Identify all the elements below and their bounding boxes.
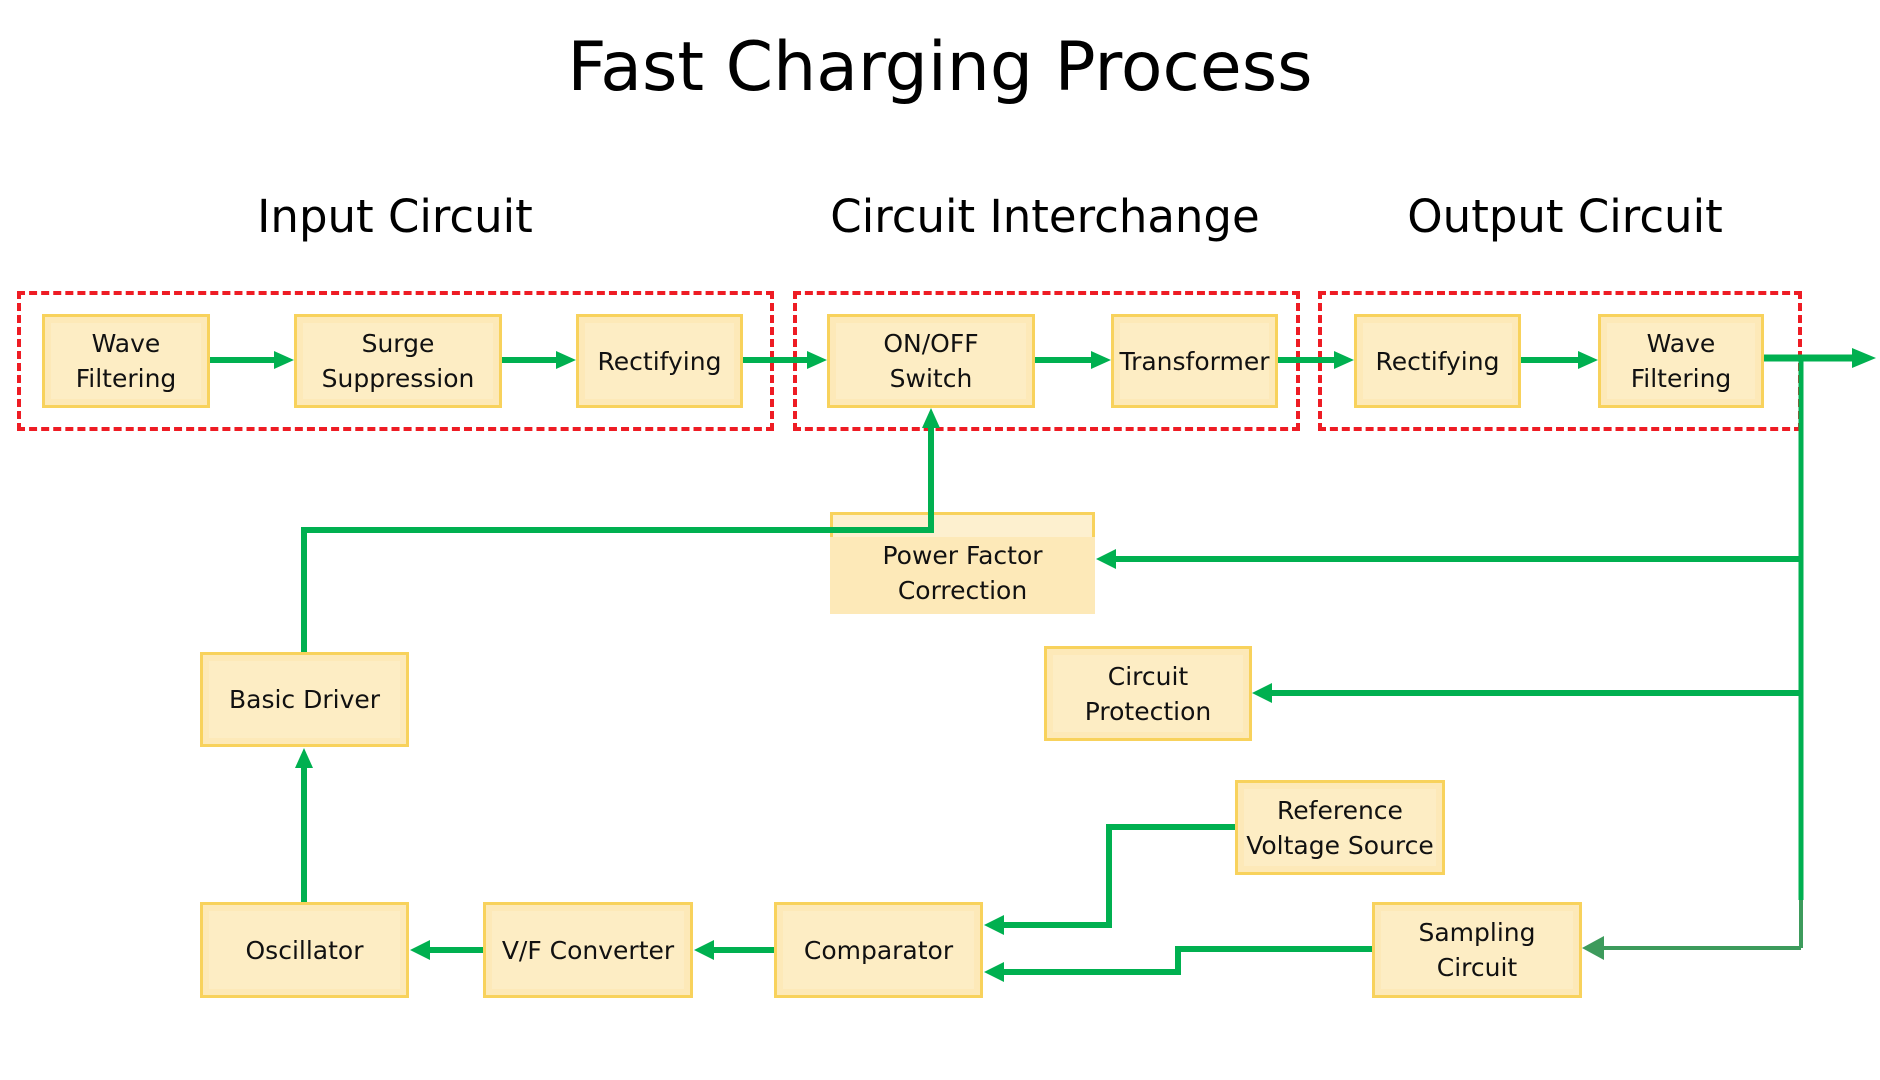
block-label: Sampling Circuit [1418,918,1536,982]
block-label: Power Factor Correction [882,541,1043,605]
block-circuit-protection[interactable]: Circuit Protection [1044,646,1252,741]
block-comparator[interactable]: Comparator [774,902,983,998]
section-label-interchange: Circuit Interchange [830,190,1260,243]
block-reference-voltage-source[interactable]: Reference Voltage Source [1235,780,1445,875]
block-input-wave-filtering[interactable]: Wave Filtering [42,314,210,408]
section-label-output: Output Circuit [1407,190,1723,243]
arrowhead [1852,348,1876,368]
arrowhead [984,915,1004,935]
block-label: Transformer [1119,346,1270,376]
arrowhead [1096,549,1116,569]
block-output-rectifying[interactable]: Rectifying [1354,314,1521,408]
block-label: Wave Filtering [75,329,177,393]
arrowhead [1252,683,1272,703]
block-label: Rectifying [1375,346,1500,376]
block-sampling-circuit[interactable]: Sampling Circuit [1372,902,1582,998]
arrowhead [984,962,1004,982]
block-label: Wave Filtering [1630,329,1732,393]
block-label: Circuit Protection [1084,661,1212,726]
block-surge-suppression[interactable]: Surge Suppression [294,314,502,408]
block-on-off-switch[interactable]: ON/OFF Switch [827,314,1035,408]
block-label: Reference Voltage Source [1246,795,1434,860]
block-label: Rectifying [597,346,722,376]
arrowhead [1582,936,1604,960]
block-label: Oscillator [245,935,364,965]
block-oscillator[interactable]: Oscillator [200,902,409,998]
block-label: ON/OFF Switch [883,329,979,393]
connector-reference-to-comparator [1004,824,1235,928]
diagram-title: Fast Charging Process [567,28,1313,107]
block-transformer[interactable]: Transformer [1111,314,1278,408]
block-label: Comparator [803,935,954,965]
connector-sampling-to-comparator [1004,946,1372,975]
block-label: V/F Converter [501,935,675,965]
block-input-rectifying[interactable]: Rectifying [576,314,743,408]
arrowhead [295,748,313,768]
section-label-input: Input Circuit [257,190,533,243]
block-power-factor-correction[interactable]: Power Factor Correction [830,512,1095,614]
block-output-wave-filtering[interactable]: Wave Filtering [1598,314,1764,408]
arrowhead [410,940,430,960]
block-vf-converter[interactable]: V/F Converter [483,902,693,998]
block-basic-driver[interactable]: Basic Driver [200,652,409,747]
block-label: Surge Suppression [321,329,475,393]
arrowhead [694,940,714,960]
block-label: Basic Driver [228,685,381,714]
